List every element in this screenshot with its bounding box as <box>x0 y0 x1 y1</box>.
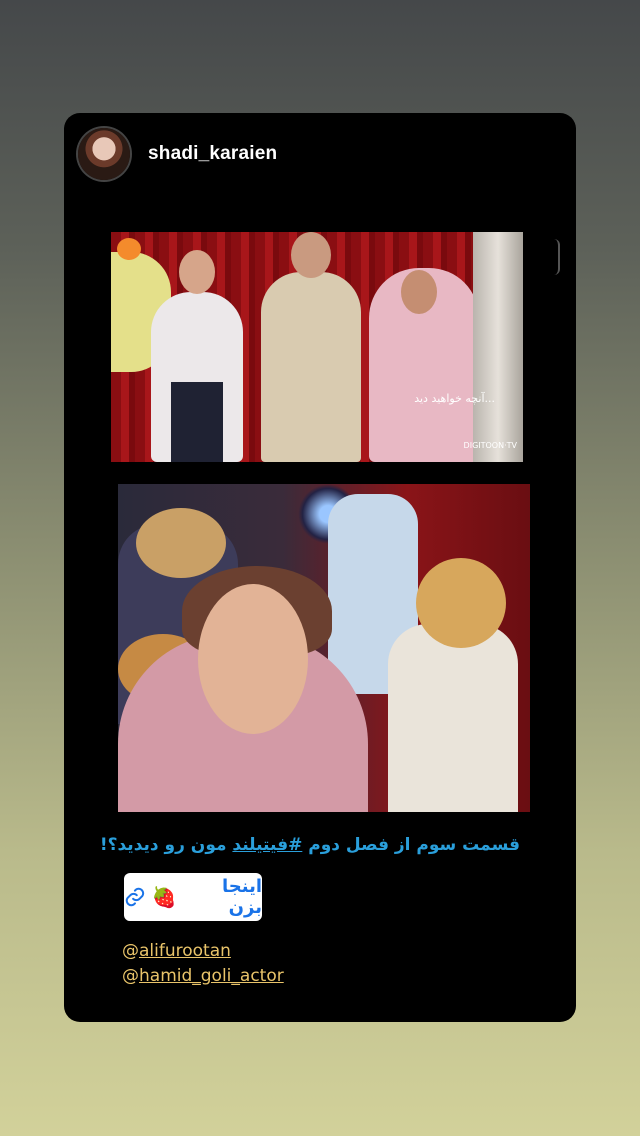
mention-link[interactable]: @hamid_goli_actor <box>122 964 284 989</box>
channel-logo-icon <box>117 238 141 260</box>
photo-figure <box>136 508 226 578</box>
mention-handle: alifurootan <box>139 941 231 961</box>
story-photo-selfie <box>118 484 530 812</box>
photo-figure <box>291 232 331 278</box>
caption-prefix: قسمت سوم از فصل دوم <box>302 835 520 855</box>
photo-brand-watermark: DIGITOON·TV <box>463 441 517 450</box>
link-sticker-label: اینجا بزن <box>221 876 262 918</box>
photo-figure <box>416 558 506 648</box>
avatar[interactable] <box>78 128 130 180</box>
photo-column <box>473 232 523 462</box>
photo-figure <box>198 584 308 734</box>
mentions-list: @alifurootan @hamid_goli_actor <box>122 939 284 989</box>
photo-figure <box>388 624 518 812</box>
link-sticker-button[interactable]: اینجا بزن 🍓 <box>124 873 262 921</box>
photo-overlay-caption: آنچه خواهید دید... <box>414 392 495 405</box>
photo-figure <box>401 270 437 314</box>
story-card: shadi_karaien آنچه خواهید دید... DIGITOO… <box>64 113 576 1022</box>
mention-link[interactable]: @alifurootan <box>122 939 284 964</box>
caption-suffix: مون رو دیدید؟! <box>99 835 233 855</box>
hashtag-link[interactable]: #فیتیلند <box>232 835 302 855</box>
next-item-edge <box>552 239 560 275</box>
mention-at: @ <box>122 941 139 961</box>
photo-figure <box>261 272 361 462</box>
story-caption: قسمت سوم از فصل دوم #فیتیلند مون رو دیدی… <box>100 835 520 855</box>
photo-figure <box>171 382 223 462</box>
link-icon <box>125 887 145 907</box>
username[interactable]: shadi_karaien <box>148 143 277 165</box>
strawberry-emoji: 🍓 <box>151 886 177 909</box>
mention-handle: hamid_goli_actor <box>139 966 284 986</box>
story-header: shadi_karaien <box>78 127 277 181</box>
mention-at: @ <box>122 966 139 986</box>
story-photo-stage: آنچه خواهید دید... DIGITOON·TV <box>111 232 523 462</box>
photo-figure <box>179 250 215 294</box>
